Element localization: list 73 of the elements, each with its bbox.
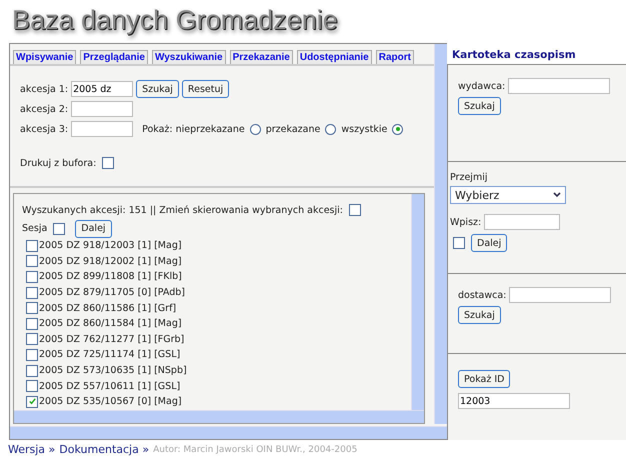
text-field[interactable] <box>71 101 134 117</box>
checkbox[interactable] <box>26 380 38 392</box>
checkbox[interactable] <box>26 270 38 283</box>
field-label: akcesja 2: <box>20 104 68 114</box>
print-label: Drukuj z bufora: <box>20 158 96 168</box>
action-button[interactable]: Resetuj <box>182 80 230 98</box>
tab[interactable]: Wpisywanie <box>13 50 76 64</box>
tab[interactable]: Przeglądanie <box>80 50 148 64</box>
checkbox[interactable] <box>348 204 361 216</box>
field-label: akcesja 1: <box>20 84 68 94</box>
accession-label: 2005 DZ 762/11277 [1] [FGrb] <box>39 334 184 345</box>
radio-button[interactable] <box>392 124 404 134</box>
checkbox[interactable] <box>26 286 38 299</box>
search-button[interactable]: Szukaj <box>458 306 501 324</box>
accession-label: 2005 DZ 573/10635 [1] [NSpb] <box>39 365 187 376</box>
checkbox[interactable] <box>102 157 114 169</box>
checkbox[interactable] <box>453 237 465 249</box>
checkbox[interactable] <box>26 364 38 377</box>
checkbox[interactable] <box>26 302 38 314</box>
field-label: Przejmij <box>450 172 488 183</box>
radio-button[interactable] <box>250 124 261 134</box>
radio-button[interactable] <box>325 124 336 134</box>
accession-label: 2005 DZ 535/10567 [0] [Mag] <box>39 396 182 408</box>
vertical-scrollbar[interactable] <box>434 44 447 424</box>
next-button[interactable]: Dalej <box>75 220 112 238</box>
accession-label: 2005 DZ 918/12003 [1] [Mag] <box>39 240 182 252</box>
text-field[interactable]: 2005 dz <box>71 81 134 97</box>
checkbox[interactable] <box>26 255 38 268</box>
text-field[interactable] <box>71 121 134 137</box>
tab[interactable]: Wyszukiwanie <box>152 50 226 64</box>
text-field[interactable] <box>509 287 612 303</box>
option-label: przekazane <box>266 124 320 134</box>
horizontal-scrollbar[interactable] <box>14 410 424 423</box>
next-button[interactable]: Dalej <box>471 234 508 252</box>
field-label: akcesja 3: <box>20 124 68 134</box>
field-label: wydawca: <box>458 80 506 92</box>
accession-label: 2005 DZ 860/11584 [1] [Mag] <box>39 318 182 330</box>
accession-label: 2005 DZ 899/11808 [1] [FKlb] <box>39 271 182 282</box>
show-id-button[interactable]: Pokaż ID <box>458 370 510 388</box>
search-button[interactable]: Szukaj <box>458 97 501 115</box>
checkbox[interactable] <box>26 318 38 330</box>
action-button[interactable]: Szukaj <box>136 80 179 98</box>
tab[interactable]: Raport <box>376 50 414 64</box>
checkbox[interactable] <box>26 240 38 252</box>
show-label: Pokaż: <box>142 124 173 134</box>
accession-label: 2005 DZ 879/11705 [0] [PAdb] <box>39 287 186 298</box>
footer-link[interactable]: Dokumentacja » <box>59 443 150 456</box>
session-label: Sesja <box>22 223 48 234</box>
accession-label: 2005 DZ 860/11586 [1] [Grf] <box>39 302 176 314</box>
credit-text: Autor: Marcin Jaworski OIN BUWr., 2004-2005 <box>153 444 358 454</box>
vertical-scrollbar[interactable] <box>411 194 424 410</box>
checkbox[interactable] <box>26 333 38 346</box>
field-label: Wpisz: <box>450 216 482 228</box>
tab[interactable]: Udostępnianie <box>296 50 372 64</box>
footer-link[interactable]: Wersja » <box>8 443 56 456</box>
id-field[interactable]: 12003 <box>458 393 570 409</box>
dropdown[interactable]: Wybierz <box>450 186 566 204</box>
logo-title: Baza danych Gromadzenie <box>11 4 338 37</box>
field-label: dostawca: <box>458 290 506 300</box>
checkbox[interactable] <box>53 222 66 234</box>
text-field[interactable] <box>484 214 560 230</box>
checkbox[interactable] <box>26 348 38 361</box>
horizontal-scrollbar[interactable] <box>10 426 447 439</box>
option-label: wszystkie <box>341 124 388 134</box>
option-label: nieprzekazane <box>176 124 245 134</box>
checkbox[interactable] <box>26 396 38 408</box>
text-field[interactable] <box>508 78 610 94</box>
results-summary: Wyszukanych akcesji: 151 || Zmień skierowania wybranych akcesji: <box>22 204 343 216</box>
accession-label: 2005 DZ 557/10611 [1] [GSL] <box>39 380 180 392</box>
section-title: Kartoteka czasopism <box>451 49 577 63</box>
tab[interactable]: Przekazanie <box>230 50 293 64</box>
accession-label: 2005 DZ 725/11174 [1] [GSL] <box>39 349 180 360</box>
accession-label: 2005 DZ 918/12002 [1] [Mag] <box>39 256 182 267</box>
